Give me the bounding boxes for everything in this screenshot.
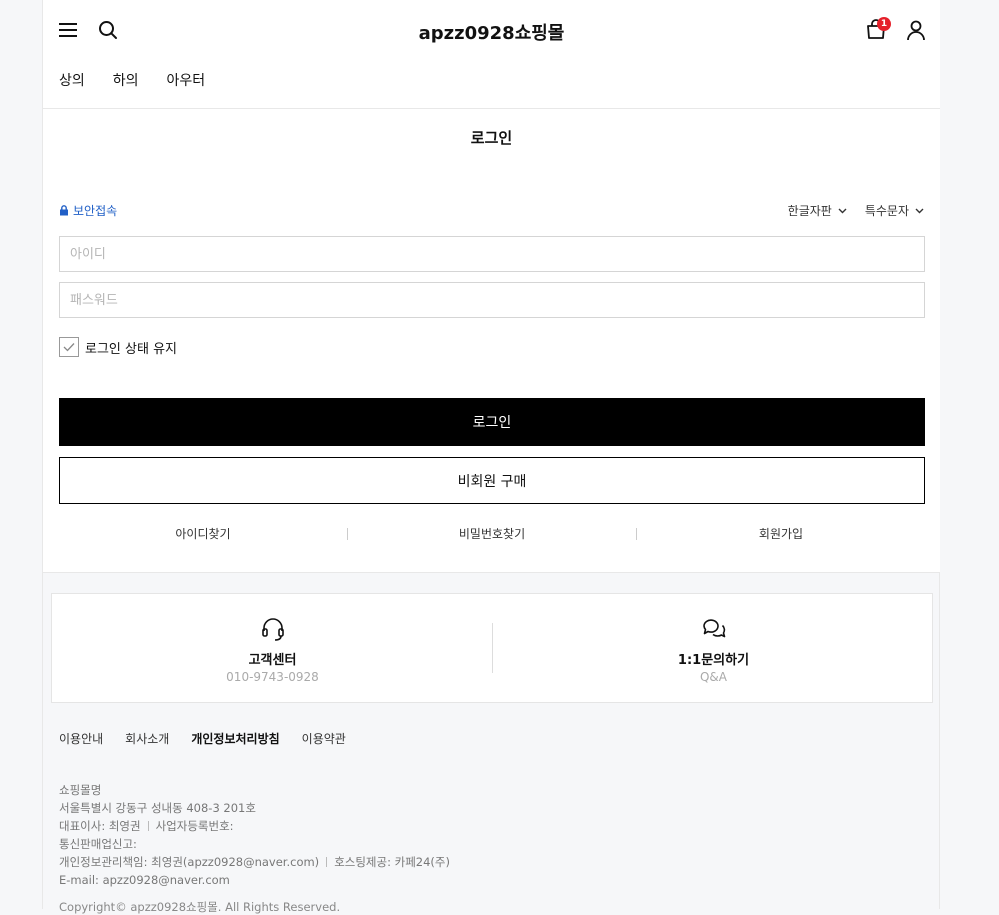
- one-to-one-inquiry[interactable]: 1:1문의하기 Q&A: [493, 594, 934, 704]
- company-info: 쇼핑몰명 서울특별시 강동구 성내동 408-3 201호 대표이사: 최영권 사…: [59, 781, 450, 889]
- customer-service-box: 고객센터 010-9743-0928 1:1문의하기 Q&A: [51, 593, 933, 703]
- address: 서울특별시 강동구 성내동 408-3 201호: [59, 801, 256, 815]
- find-password-link[interactable]: 비밀번호찾기: [348, 525, 636, 542]
- special-chars-toggle[interactable]: 특수문자: [865, 202, 924, 219]
- footer-link-guide[interactable]: 이용안내: [59, 730, 103, 747]
- secure-login-link[interactable]: 보안접속: [59, 202, 117, 219]
- nav-item-tops[interactable]: 상의: [59, 70, 85, 90]
- email: E-mail: apzz0928@naver.com: [59, 873, 230, 887]
- category-nav: 상의 하의 아우터: [59, 70, 205, 90]
- hosting-provider: 호스팅제공: 카페24(주): [334, 855, 450, 869]
- divider: [147, 821, 149, 831]
- checkbox-box[interactable]: [59, 337, 79, 357]
- mail-order-registration: 통신판매업신고:: [59, 837, 137, 851]
- guest-order-button[interactable]: 비회원 구매: [59, 457, 925, 504]
- site-logo[interactable]: apzz0928쇼핑몰: [43, 19, 940, 45]
- id-input[interactable]: [59, 236, 925, 272]
- lock-icon: [60, 205, 68, 216]
- join-link[interactable]: 회원가입: [637, 525, 925, 542]
- privacy-hosting-row: 개인정보관리책임: 최영권(apzz0928@naver.com) 호스팅제공: …: [59, 853, 450, 871]
- nav-item-bottoms[interactable]: 하의: [113, 70, 139, 90]
- footer-links: 이용안내 회사소개 개인정보처리방침 이용약관: [59, 730, 346, 747]
- site-header: apzz0928쇼핑몰 1 상의 하의 아우터: [43, 0, 940, 109]
- ceo-biz-row: 대표이사: 최영권 사업자등록번호:: [59, 817, 450, 835]
- footer-link-company[interactable]: 회사소개: [125, 730, 169, 747]
- ceo: 대표이사: 최영권: [59, 819, 141, 833]
- inquiry-title: 1:1문의하기: [677, 653, 750, 668]
- find-id-link[interactable]: 아이디찾기: [59, 525, 347, 542]
- user-icon[interactable]: [905, 19, 927, 41]
- account-links: 아이디찾기 비밀번호찾기 회원가입: [59, 525, 925, 542]
- inquiry-subtitle: Q&A: [699, 670, 727, 684]
- login-panel: apzz0928쇼핑몰 1 상의 하의 아우터 로그인 보안접속 한글자판 특수…: [43, 0, 940, 573]
- page-container: apzz0928쇼핑몰 1 상의 하의 아우터 로그인 보안접속 한글자판 특수…: [42, 0, 940, 914]
- chevron-down-icon: [915, 208, 924, 213]
- privacy-officer: 개인정보관리책임: 최영권(apzz0928@naver.com): [59, 855, 320, 869]
- nav-item-outer[interactable]: 아우터: [167, 70, 206, 90]
- copyright: Copyright© apzz0928쇼핑몰. All Rights Reser…: [59, 900, 341, 914]
- shop-name: 쇼핑몰명: [59, 783, 102, 797]
- login-button[interactable]: 로그인: [59, 398, 925, 446]
- keyboard-options: 한글자판 특수문자: [788, 202, 924, 219]
- footer-link-terms[interactable]: 이용약관: [302, 730, 346, 747]
- customer-center-phone: 010-9743-0928: [226, 670, 319, 684]
- headset-icon: [260, 616, 286, 642]
- footer-link-privacy[interactable]: 개인정보처리방침: [191, 730, 279, 747]
- korean-keyboard-label: 한글자판: [787, 204, 832, 218]
- check-icon: [63, 343, 75, 352]
- keep-login-label: 로그인 상태 유지: [85, 341, 177, 357]
- business-number: 사업자등록번호:: [155, 819, 234, 833]
- secure-login-label: 보안접속: [73, 204, 118, 218]
- customer-center[interactable]: 고객센터 010-9743-0928: [52, 594, 493, 704]
- customer-center-title: 고객센터: [248, 653, 297, 668]
- korean-keyboard-toggle[interactable]: 한글자판: [788, 202, 847, 219]
- chat-bubbles-icon: [701, 616, 727, 642]
- chevron-down-icon: [838, 208, 847, 213]
- password-input[interactable]: [59, 282, 925, 318]
- cart-count-badge: 1: [877, 17, 891, 31]
- divider: [326, 857, 328, 867]
- special-chars-label: 특수문자: [864, 204, 909, 218]
- page-title: 로그인: [470, 129, 513, 147]
- keep-login-checkbox[interactable]: 로그인 상태 유지: [59, 337, 177, 357]
